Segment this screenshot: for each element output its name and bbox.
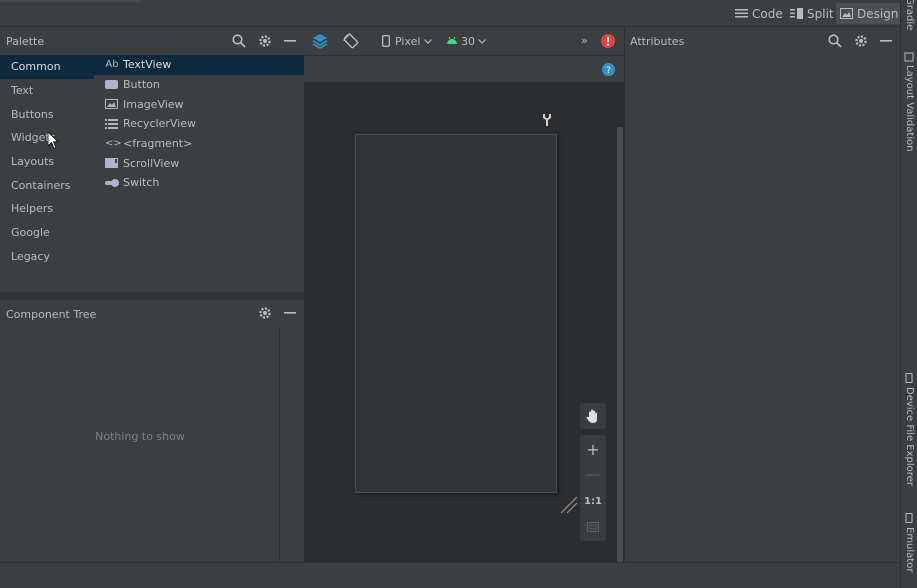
design-view-button[interactable]: Design bbox=[836, 3, 903, 24]
pan-button[interactable] bbox=[580, 403, 606, 429]
component-tree-panel: Component Tree Nothing to show bbox=[0, 300, 304, 562]
gear-icon[interactable] bbox=[258, 306, 272, 320]
recyclerview-icon bbox=[105, 118, 119, 129]
device-file-explorer-icon bbox=[904, 373, 914, 383]
switch-icon bbox=[105, 178, 119, 187]
design-view-icon bbox=[840, 8, 853, 19]
palette-categories: Common Text Buttons Widgets Layouts Cont… bbox=[0, 55, 94, 292]
minimize-icon[interactable] bbox=[880, 40, 892, 42]
palette-item-label: RecyclerView bbox=[123, 117, 196, 131]
attributes-title: Attributes bbox=[630, 34, 685, 48]
android-icon bbox=[446, 36, 458, 45]
layers-icon[interactable] bbox=[312, 33, 328, 49]
canvas-vertical-scrollbar[interactable] bbox=[616, 83, 624, 562]
svg-text:?: ? bbox=[606, 66, 611, 76]
error-icon[interactable] bbox=[601, 34, 615, 48]
code-view-button[interactable]: Code bbox=[731, 3, 787, 24]
button-icon bbox=[105, 80, 119, 90]
component-tree-body: Nothing to show bbox=[0, 328, 280, 562]
empty-state-text: Nothing to show bbox=[95, 430, 185, 443]
fit-screen-icon bbox=[587, 522, 599, 532]
scrollbar-thumb[interactable] bbox=[617, 127, 623, 562]
split-view-icon bbox=[790, 8, 803, 19]
plus-icon: + bbox=[586, 439, 600, 459]
palette-item-switch[interactable]: Switch bbox=[94, 173, 304, 193]
palette-item-label: <fragment> bbox=[123, 137, 193, 151]
palette-item-recyclerview[interactable]: RecyclerView bbox=[94, 114, 304, 134]
gradle-tool-tab[interactable]: Gradle bbox=[904, 0, 915, 30]
palette-items-list: Ab TextView Button ImageView RecyclerVie… bbox=[94, 55, 304, 292]
search-icon[interactable] bbox=[828, 34, 842, 48]
chevron-down-icon bbox=[424, 39, 432, 44]
palette-item-textview[interactable]: Ab TextView bbox=[94, 55, 304, 75]
panel-splitter[interactable] bbox=[0, 292, 304, 300]
gear-icon[interactable] bbox=[854, 34, 868, 48]
layout-validation-icon bbox=[904, 52, 914, 62]
orientation-icon[interactable] bbox=[343, 33, 359, 49]
more-actions-icon[interactable]: » bbox=[581, 34, 588, 47]
emulator-icon bbox=[904, 513, 914, 523]
palette-category-containers[interactable]: Containers bbox=[0, 173, 94, 197]
hand-icon bbox=[586, 408, 600, 424]
palette-item-label: ScrollView bbox=[123, 156, 180, 170]
chevron-down-icon bbox=[478, 39, 486, 44]
minimize-icon[interactable] bbox=[284, 40, 296, 42]
imageview-icon bbox=[105, 99, 119, 110]
code-view-icon bbox=[735, 8, 748, 19]
api-level-selector[interactable]: 30 bbox=[461, 35, 475, 48]
emulator-tool-tab[interactable]: Emulator bbox=[904, 527, 915, 572]
device-file-explorer-tool-tab[interactable]: Device File Explorer bbox=[904, 387, 915, 486]
palette-category-widgets[interactable]: Widgets bbox=[0, 126, 94, 150]
split-view-label: Split bbox=[807, 6, 834, 21]
zoom-controls: + — 1:1 bbox=[580, 435, 606, 541]
device-icon bbox=[382, 35, 390, 47]
palette-item-label: TextView bbox=[123, 58, 172, 72]
palette-title: Palette bbox=[6, 34, 45, 48]
status-bar bbox=[0, 562, 900, 588]
palette-item-label: Button bbox=[123, 78, 160, 92]
palette-category-helpers[interactable]: Helpers bbox=[0, 197, 94, 221]
tab-strip bbox=[0, 0, 140, 2]
help-icon[interactable]: ? bbox=[602, 63, 615, 76]
zoom-in-button[interactable]: + bbox=[580, 436, 606, 462]
wrench-icon[interactable] bbox=[543, 113, 554, 127]
zoom-to-fit-button[interactable] bbox=[580, 514, 606, 540]
zoom-out-button[interactable]: — bbox=[580, 462, 606, 488]
design-subtoolbar: ? bbox=[304, 56, 624, 83]
layout-validation-tool-tab[interactable]: Layout Validation bbox=[904, 65, 915, 152]
palette-item-label: ImageView bbox=[123, 97, 184, 111]
palette-category-layouts[interactable]: Layouts bbox=[0, 150, 94, 174]
palette-category-legacy[interactable]: Legacy bbox=[0, 245, 94, 269]
palette-category-google[interactable]: Google bbox=[0, 221, 94, 245]
palette-item-label: Switch bbox=[123, 176, 160, 190]
minimize-icon[interactable] bbox=[284, 312, 296, 314]
gear-icon[interactable] bbox=[258, 34, 272, 48]
design-toolbar: Pixel 30 » bbox=[304, 27, 624, 56]
right-tool-strip: Gradle Layout Validation Device File Exp… bbox=[900, 0, 917, 588]
search-icon[interactable] bbox=[232, 34, 246, 48]
split-view-button[interactable]: Split bbox=[786, 3, 838, 24]
attributes-panel: Attributes bbox=[624, 27, 900, 562]
fragment-icon: <> bbox=[105, 138, 122, 150]
palette-category-common[interactable]: Common bbox=[0, 55, 94, 79]
device-preview-frame[interactable] bbox=[355, 134, 557, 493]
palette-item-button[interactable]: Button bbox=[94, 75, 304, 95]
mouse-cursor-icon bbox=[48, 132, 59, 150]
resize-handle-icon[interactable] bbox=[560, 496, 578, 514]
editor-top-bar: Code Split Design bbox=[0, 0, 903, 27]
palette-item-scrollview[interactable]: ScrollView bbox=[94, 153, 304, 173]
minus-icon: — bbox=[586, 467, 600, 483]
device-selector[interactable]: Pixel bbox=[395, 35, 420, 48]
code-view-label: Code bbox=[752, 6, 783, 21]
zoom-actual-size-button[interactable]: 1:1 bbox=[580, 488, 606, 514]
palette-item-imageview[interactable]: ImageView bbox=[94, 94, 304, 114]
palette-category-text[interactable]: Text bbox=[0, 79, 94, 103]
palette-category-buttons[interactable]: Buttons bbox=[0, 102, 94, 126]
textview-icon: Ab bbox=[105, 59, 119, 71]
palette-item-fragment[interactable]: <> <fragment> bbox=[94, 134, 304, 154]
component-tree-title: Component Tree bbox=[6, 307, 97, 321]
scrollview-icon bbox=[105, 158, 119, 169]
design-view-label: Design bbox=[857, 6, 899, 21]
